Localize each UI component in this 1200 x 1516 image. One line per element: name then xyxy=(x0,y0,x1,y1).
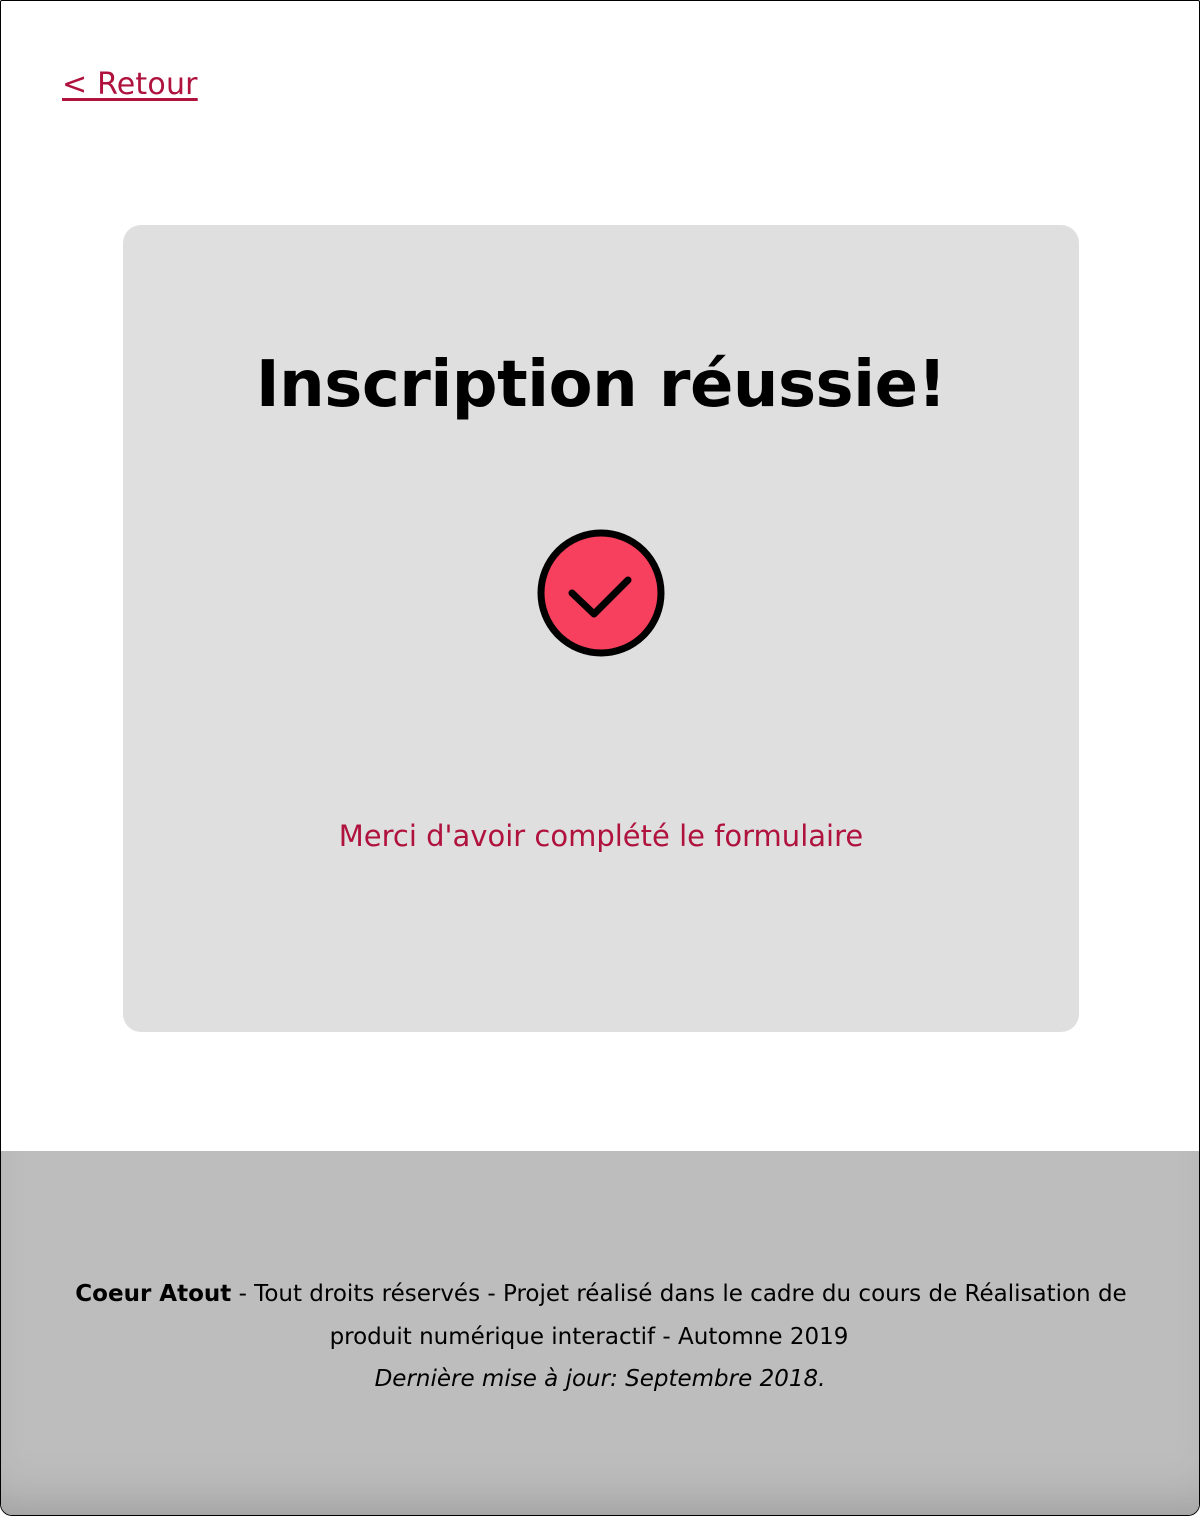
footer-brand: Coeur Atout xyxy=(75,1281,232,1307)
footer-course-text: produit numérique interactif - Automne 2… xyxy=(329,1324,849,1350)
page: < Retour Inscription réussie! Merci d'av… xyxy=(0,0,1200,1516)
confirmation-message: Merci d'avoir complété le formulaire xyxy=(338,819,864,853)
footer-last-updated: Dernière mise à jour: Septembre 2018. xyxy=(374,1366,826,1392)
footer: Coeur Atout - Tout droits réservés - Pro… xyxy=(1,1151,1199,1515)
check-circle-icon xyxy=(537,529,665,657)
footer-credits-text: - Tout droits réservés - Projet réalisé … xyxy=(231,1281,1127,1307)
back-link[interactable]: < Retour xyxy=(62,65,198,105)
footer-credits: Coeur Atout - Tout droits réservés - Pro… xyxy=(1,1278,1199,1310)
confirmation-title: Inscription réussie! xyxy=(255,348,947,422)
